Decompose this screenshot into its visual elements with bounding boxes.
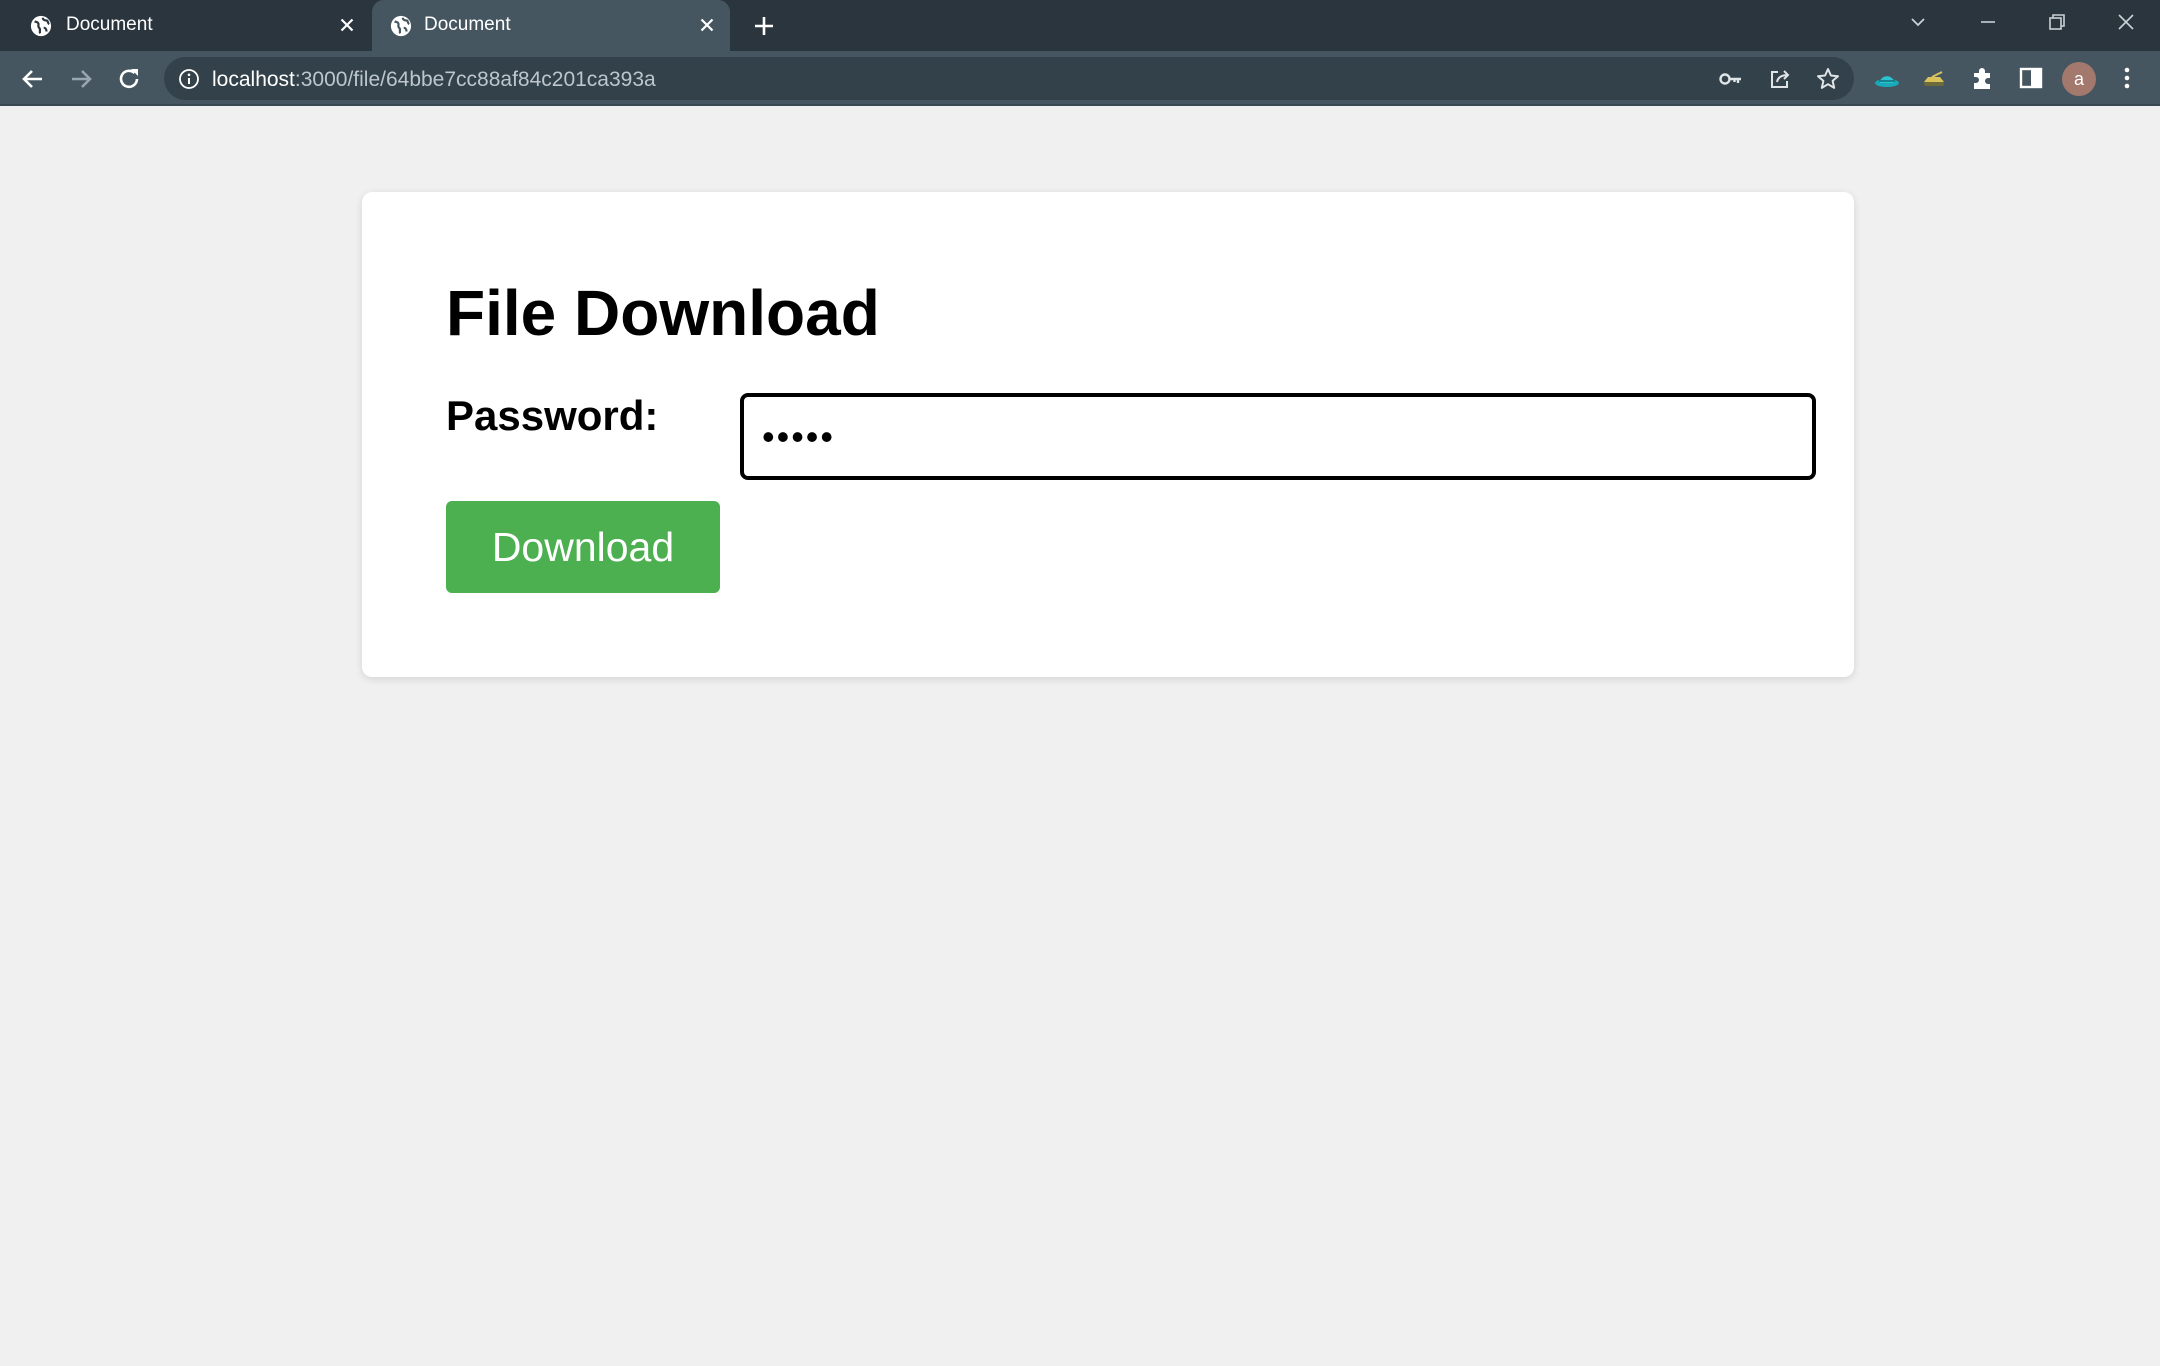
reload-icon[interactable]	[114, 64, 144, 94]
address-bar[interactable]: localhost:3000/file/64bbe7cc88af84c201ca…	[164, 57, 1854, 100]
close-icon[interactable]	[696, 14, 718, 36]
tab-search-chevron-down-icon[interactable]	[1900, 8, 1936, 38]
download-card: File Download Password: Download	[362, 192, 1854, 677]
restore-window-icon[interactable]	[2038, 8, 2074, 38]
browser-toolbar: localhost:3000/file/64bbe7cc88af84c201ca…	[0, 51, 2160, 106]
download-button[interactable]: Download	[446, 501, 720, 593]
extension-hat-icon[interactable]	[1873, 64, 1901, 92]
page-title: File Download	[446, 277, 880, 349]
forward-arrow-icon[interactable]	[66, 64, 96, 94]
extensions-puzzle-icon[interactable]	[1969, 64, 1997, 92]
tab-document-1[interactable]: Document	[0, 0, 370, 51]
back-arrow-icon[interactable]	[18, 64, 48, 94]
bookmark-star-icon[interactable]	[1815, 66, 1841, 92]
side-panel-icon[interactable]	[2017, 64, 2045, 92]
url-path: :3000/file/64bbe7cc88af84c201ca393a	[294, 68, 656, 91]
minimize-icon[interactable]	[1970, 8, 2006, 38]
tab-title: Document	[424, 14, 511, 35]
close-icon[interactable]	[336, 14, 358, 36]
tab-title: Document	[66, 14, 153, 35]
tab-document-2[interactable]: Document	[372, 0, 730, 51]
extension-tank-icon[interactable]	[1920, 64, 1948, 92]
new-tab-plus-icon[interactable]	[752, 14, 776, 38]
more-vert-icon[interactable]	[2117, 64, 2137, 92]
profile-avatar[interactable]: a	[2062, 62, 2096, 96]
close-window-icon[interactable]	[2108, 8, 2144, 38]
share-icon[interactable]	[1767, 66, 1793, 92]
globe-icon	[30, 15, 52, 37]
password-label: Password:	[446, 392, 659, 439]
url-host: localhost	[212, 68, 295, 91]
globe-icon	[390, 15, 412, 37]
password-input[interactable]	[740, 393, 1816, 480]
url-text[interactable]: localhost:3000/file/64bbe7cc88af84c201ca…	[212, 68, 656, 92]
tab-strip: Document Document	[0, 0, 2160, 51]
site-info-icon[interactable]	[178, 68, 200, 90]
key-icon[interactable]	[1718, 66, 1744, 92]
